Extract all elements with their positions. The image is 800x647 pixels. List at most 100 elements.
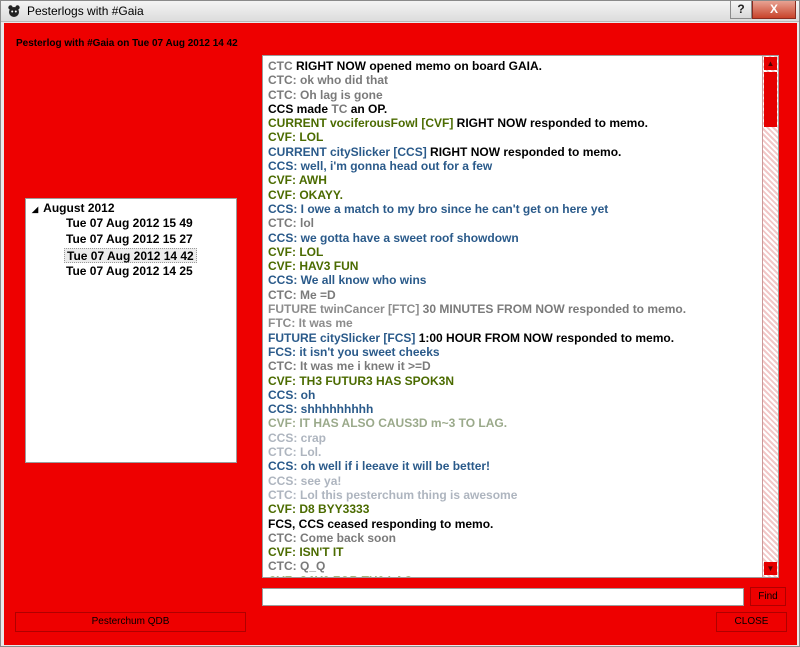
memo-text: ceased responding to memo. (324, 516, 494, 531)
window-close-button[interactable]: X (752, 1, 796, 19)
find-input[interactable] (262, 588, 744, 606)
memo-text: CCS: we gotta have a sweet roof showdown (268, 230, 519, 245)
pesterlogs-window: Pesterlogs with #Gaia ? X Pesterlog with… (0, 0, 800, 647)
memo-text: CCS: see ya! (268, 473, 342, 488)
memo-text: 30 MINUTES FROM NOW responded to memo. (419, 302, 687, 317)
memo-text: CTC: lol (268, 216, 314, 231)
tree-month[interactable]: ◢ August 2012 (32, 201, 115, 215)
memo-line: CCS: oh (268, 388, 758, 402)
memo-text: CCS: I owe a match to my bro since he ca… (268, 201, 609, 216)
find-button[interactable]: Find (750, 587, 786, 606)
memo-text: FUTURE citySlicker [FCS] (268, 330, 416, 345)
memo-line: CCS: We all know who wins (268, 273, 758, 287)
memo-line: CVF: HAV3 FUN (268, 259, 758, 273)
memo-line: CTC: It was me i knew it >=D (268, 359, 758, 373)
memo-text: RIGHT NOW responded to memo. (426, 144, 622, 159)
memo-line: CCS made TC an OP. (268, 102, 758, 116)
scroll-thumb[interactable] (764, 72, 777, 127)
scroll-up-icon[interactable]: ▲ (764, 57, 777, 70)
memo-text: CURRENT citySlicker [CCS] (268, 144, 427, 159)
memo-line: FUTURE citySlicker [FCS] 1:00 HOUR FROM … (268, 331, 758, 345)
memo-line: CVF: OKAYY. (268, 188, 758, 202)
memo-line: CCS: oh well if i leeave it will be bett… (268, 459, 758, 473)
memo-text: FCS, CCS (268, 516, 325, 531)
pesterchum-icon (8, 5, 20, 17)
tree-log-entry[interactable]: Tue 07 Aug 2012 14 25 (64, 264, 195, 279)
tree-month-label: August 2012 (43, 201, 115, 215)
memo-text: CCS: shhhhhhhhh (268, 402, 374, 417)
tree-log-entry[interactable]: Tue 07 Aug 2012 15 49 (64, 216, 195, 231)
memo-line: CURRENT citySlicker [CCS] RIGHT NOW resp… (268, 145, 758, 159)
memo-text: CVF: TH3 FUTUR3 HAS SPOK3N (268, 373, 455, 388)
memo-lines: CTC RIGHT NOW opened memo on board GAIA.… (268, 59, 758, 577)
memo-line: CVF: D8 BYY3333 (268, 502, 758, 516)
memo-line: CTC: Come back soon (268, 531, 758, 545)
window-title: Pesterlogs with #Gaia (27, 4, 144, 18)
memo-text: CURRENT vociferousFowl [CVF] (268, 116, 454, 131)
memo-text: CTC (268, 59, 296, 73)
memo-text: CVF: D8 BYY3333 (268, 502, 370, 517)
memo-text: CTC: ok who did that (268, 73, 388, 88)
log-title: Pesterlog with #Gaia on Tue 07 Aug 2012 … (16, 38, 238, 49)
memo-line: FCS: it isn't you sweet cheeks (268, 345, 758, 359)
memo-text: 1:00 HOUR FROM NOW responded to memo. (415, 330, 675, 345)
memo-line: FCS, CCS ceased responding to memo. (268, 517, 758, 531)
memo-text: CVF: HAV3 FUN (268, 259, 359, 274)
memo-text: FCS: it isn't you sweet cheeks (268, 344, 440, 359)
memo-line: FTC: It was me (268, 316, 758, 330)
memo-text: CCS: oh well if i leeave it will be bett… (268, 459, 491, 474)
memo-text: CVF: SAY3 FOR TH3 LAG (268, 574, 413, 577)
memo-text: CVF: ISN'T IT (268, 545, 344, 560)
log-date-tree[interactable]: ◢ August 2012 Tue 07 Aug 2012 15 49 Tue 07… (25, 198, 237, 463)
memo-text: CCS: We all know who wins (268, 273, 427, 288)
memo-line: FUTURE twinCancer [FTC] 30 MINUTES FROM … (268, 302, 758, 316)
tree-log-entry[interactable]: Tue 07 Aug 2012 15 27 (64, 232, 195, 247)
memo-text: RIGHT NOW responded to memo. (453, 116, 649, 131)
memo-text: CTC: Lol. (268, 445, 322, 460)
memo-text: CTC: Me =D (268, 287, 336, 302)
memo-line: CCS: shhhhhhhhh (268, 402, 758, 416)
memo-line: CTC: Oh lag is gone (268, 88, 758, 102)
memo-line: CCS: we gotta have a sweet roof showdown (268, 231, 758, 245)
memo-line: CCS: see ya! (268, 474, 758, 488)
memo-text: RIGHT NOW opened memo on board GAIA. (296, 59, 542, 73)
memo-line: CVF: IT HAS ALSO CAUS3D m~3 TO LAG. (268, 416, 758, 430)
memo-line: CVF: SAY3 FOR TH3 LAG (268, 574, 758, 577)
memo-line: CCS: crap (268, 431, 758, 445)
memo-scrollbar[interactable]: ▲ ▼ (762, 56, 778, 577)
memo-text: TC (331, 101, 348, 116)
memo-text: FTC: It was me (268, 316, 353, 331)
memo-text: CCS: crap (268, 430, 327, 445)
memo-text: CTC: Q_Q (268, 559, 326, 574)
memo-text: CVF: LOL (268, 244, 324, 259)
title-bar[interactable]: Pesterlogs with #Gaia ? X (1, 1, 799, 22)
memo-text: CTC: Come back soon (268, 530, 397, 545)
memo-text: an OP. (347, 101, 388, 116)
memo-line: CTC: lol (268, 216, 758, 230)
memo-line: CVF: ISN'T IT (268, 545, 758, 559)
expand-arrow-icon[interactable]: ◢ (32, 205, 38, 214)
log-viewer: Pesterlog with #Gaia on Tue 07 Aug 2012 … (4, 23, 797, 645)
memo-line: CTC RIGHT NOW opened memo on board GAIA. (268, 59, 758, 73)
memo-text: FUTURE twinCancer [FTC] (268, 302, 420, 317)
memo-line: CURRENT vociferousFowl [CVF] RIGHT NOW r… (268, 116, 758, 130)
memo-text: CVF: AWH (268, 173, 327, 188)
memo-text: CCS: well, i'm gonna head out for a few (268, 159, 493, 174)
memo-text: CTC: It was me i knew it >=D (268, 359, 431, 374)
memo-line: CTC: Lol this pesterchum thing is awesom… (268, 488, 758, 502)
memo-text: CTC: Oh lag is gone (268, 87, 383, 102)
pesterchum-qdb-button[interactable]: Pesterchum QDB (15, 612, 246, 632)
tree-log-entry[interactable]: Tue 07 Aug 2012 14 42 (64, 248, 197, 263)
memo-text: CCS made (268, 101, 332, 116)
memo-log-view[interactable]: CTC RIGHT NOW opened memo on board GAIA.… (262, 55, 779, 578)
memo-line: CVF: TH3 FUTUR3 HAS SPOK3N (268, 374, 758, 388)
scroll-down-icon[interactable]: ▼ (764, 562, 777, 575)
memo-line: CCS: I owe a match to my bro since he ca… (268, 202, 758, 216)
help-button[interactable]: ? (730, 1, 752, 19)
memo-text: CCS: oh (268, 387, 316, 402)
close-button[interactable]: CLOSE (716, 612, 787, 632)
memo-line: CVF: LOL (268, 130, 758, 144)
memo-text: CTC: Lol this pesterchum thing is awesom… (268, 487, 518, 502)
memo-line: CCS: well, i'm gonna head out for a few (268, 159, 758, 173)
memo-text: CVF: LOL (268, 130, 324, 145)
